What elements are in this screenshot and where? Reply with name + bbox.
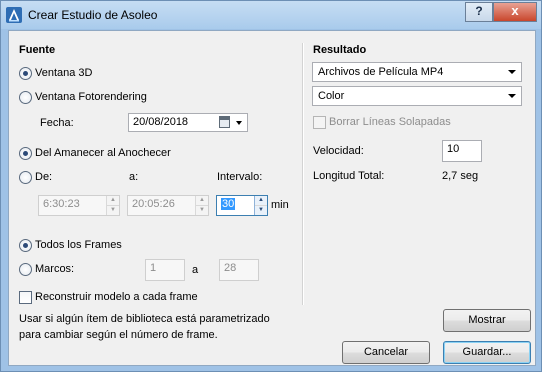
chevron-down-icon[interactable] — [508, 70, 516, 74]
todos-frames-label[interactable]: Todos los Frames — [35, 239, 122, 251]
frames-from-value: 1 — [150, 262, 157, 274]
save-label: Guardar... — [462, 346, 512, 358]
formato-value: Archivos de Película MP4 — [318, 66, 444, 78]
dialog-client-area: Fuente Ventana 3D Ventana Fotorendering … — [8, 30, 536, 366]
interval-value: 30 — [221, 198, 236, 210]
start-time-spinner[interactable]: ▲ ▼ — [106, 196, 119, 215]
help-icon: ? — [475, 4, 483, 18]
save-button[interactable]: Guardar... — [443, 341, 531, 364]
spin-up-icon[interactable]: ▲ — [196, 196, 208, 206]
fecha-value: 20/08/2018 — [133, 116, 189, 128]
fuente-heading: Fuente — [19, 44, 56, 56]
frames-a-label: a — [192, 264, 199, 276]
title-bar[interactable]: Crear Estudio de Asoleo ? x — [1, 1, 541, 29]
reconstruir-checkbox[interactable] — [19, 291, 32, 304]
marcos-radio[interactable] — [19, 263, 32, 276]
end-time-spinner[interactable]: ▲ ▼ — [195, 196, 208, 215]
chevron-down-icon[interactable] — [236, 121, 242, 125]
help-button[interactable]: ? — [465, 2, 493, 22]
todos-frames-radio[interactable] — [19, 239, 32, 252]
velocidad-value: 10 — [447, 143, 460, 155]
velocidad-input[interactable]: 10 — [442, 140, 482, 162]
mostrar-button[interactable]: Mostrar — [443, 309, 531, 332]
cancel-button[interactable]: Cancelar — [342, 341, 430, 364]
spin-down-icon[interactable]: ▼ — [107, 206, 119, 216]
dialog-title: Crear Estudio de Asoleo — [28, 8, 158, 22]
start-time-value: 6:30:23 — [43, 198, 80, 210]
resultado-heading: Resultado — [313, 44, 367, 56]
ventana-fotorendering-label[interactable]: Ventana Fotorendering — [35, 91, 147, 103]
cancel-label: Cancelar — [363, 346, 409, 358]
min-unit-label: min — [271, 199, 289, 211]
dialog-window: Crear Estudio de Asoleo ? x Fuente Venta… — [0, 0, 542, 372]
chevron-down-icon[interactable] — [508, 94, 516, 98]
a-label: a: — [129, 171, 139, 183]
color-select[interactable]: Color — [312, 86, 522, 106]
longitud-total-value: 2,7 seg — [442, 170, 479, 182]
column-divider — [302, 43, 304, 305]
ventana-fotorendering-radio[interactable] — [19, 91, 32, 104]
ventana-3d-label[interactable]: Ventana 3D — [35, 67, 93, 79]
spin-up-icon[interactable]: ▲ — [107, 196, 119, 206]
reconstruir-label[interactable]: Reconstruir modelo a cada frame — [35, 291, 198, 303]
velocidad-label: Velocidad: — [313, 145, 364, 157]
color-value: Color — [318, 90, 345, 102]
frames-from-field[interactable]: 1 — [145, 259, 185, 281]
calendar-icon[interactable] — [219, 116, 230, 128]
amanecer-anochecer-radio[interactable] — [19, 147, 32, 160]
frames-to-field[interactable]: 28 — [219, 259, 259, 281]
interval-spinner[interactable]: ▲ ▼ — [254, 196, 267, 215]
intervalo-label: Intervalo: — [217, 171, 263, 183]
borrar-lineas-label[interactable]: Borrar Líneas Solapadas — [329, 116, 451, 128]
ventana-3d-radio[interactable] — [19, 67, 32, 80]
end-time-stepper[interactable]: 20:05:26 ▲ ▼ — [127, 195, 209, 216]
spin-up-icon[interactable]: ▲ — [255, 196, 267, 206]
end-time-value: 20:05:26 — [132, 198, 175, 210]
formato-select[interactable]: Archivos de Película MP4 — [312, 62, 522, 82]
biblioteca-description: Usar si algún ítem de biblioteca está pa… — [19, 313, 270, 341]
mostrar-label: Mostrar — [468, 314, 506, 326]
marcos-label[interactable]: Marcos: — [35, 263, 74, 275]
archicad-app-icon — [6, 7, 22, 23]
spin-down-icon[interactable]: ▼ — [196, 206, 208, 216]
fecha-date-picker[interactable]: 20/08/2018 — [128, 113, 248, 132]
frames-to-value: 28 — [224, 262, 237, 274]
borrar-lineas-checkbox[interactable] — [313, 116, 326, 129]
spin-down-icon[interactable]: ▼ — [255, 206, 267, 216]
de-radio[interactable] — [19, 171, 32, 184]
start-time-stepper[interactable]: 6:30:23 ▲ ▼ — [38, 195, 120, 216]
de-label[interactable]: De: — [35, 171, 52, 183]
close-button[interactable]: x — [493, 2, 537, 22]
amanecer-anochecer-label[interactable]: Del Amanecer al Anochecer — [35, 147, 171, 159]
close-icon: x — [511, 3, 519, 18]
fecha-label: Fecha: — [40, 117, 74, 129]
longitud-total-label: Longitud Total: — [313, 170, 385, 182]
interval-stepper[interactable]: 30 ▲ ▼ — [216, 195, 268, 216]
